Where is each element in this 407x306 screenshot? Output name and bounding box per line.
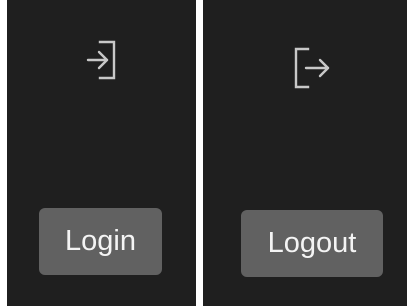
logout-icon [290,43,334,93]
login-panel: Login [7,0,196,306]
logout-button[interactable]: Logout [241,210,383,277]
login-icon [82,36,122,84]
logout-panel: Logout [203,0,407,306]
login-button[interactable]: Login [39,208,162,275]
